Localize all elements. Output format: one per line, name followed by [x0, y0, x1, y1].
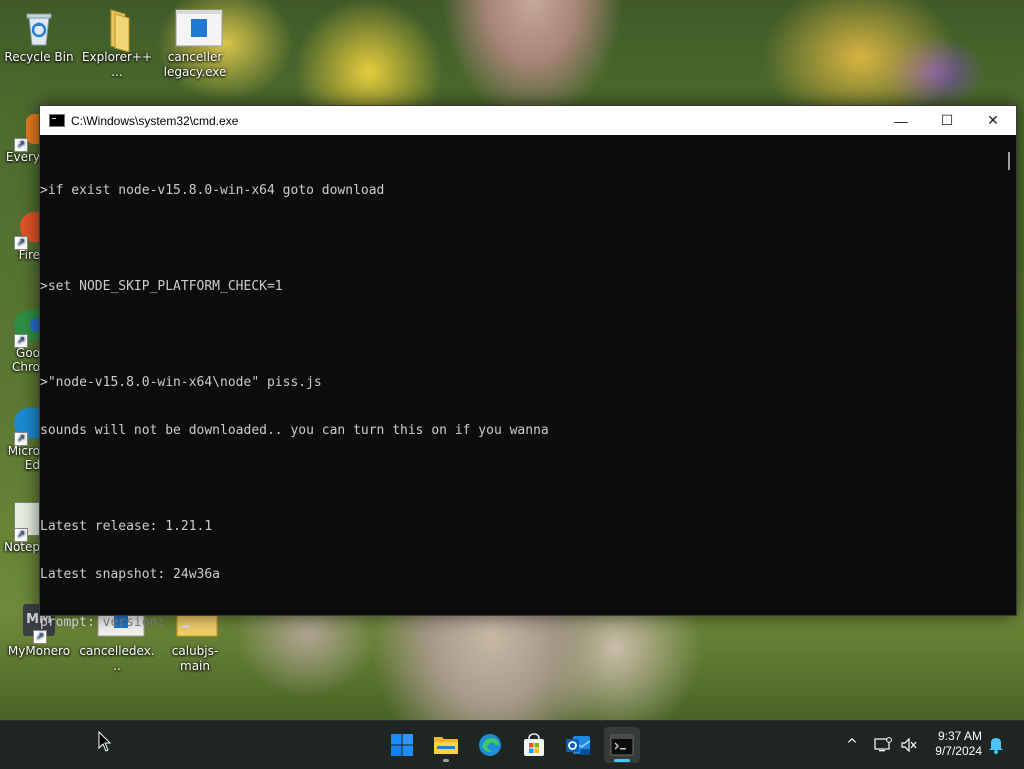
desktop-icon-microsoft-edge[interactable]: ↗ Micro Ed	[0, 404, 40, 472]
desktop-icon-canceller-legacy[interactable]: canceller legacy.exe	[157, 8, 233, 80]
everything-icon: ↗	[0, 110, 40, 152]
taskbar-edge-button[interactable]	[472, 727, 508, 763]
shortcut-arrow-icon: ↗	[14, 528, 28, 542]
console-prompt-line[interactable]: prompt: version:	[40, 615, 1016, 631]
edge-icon	[479, 734, 501, 756]
desktop-icon-recycle-bin[interactable]: Recycle Bin	[1, 8, 77, 65]
desktop-icon-label: Recycle Bin	[4, 50, 74, 64]
active-indicator	[614, 759, 630, 762]
shortcut-arrow-icon: ↗	[14, 334, 28, 348]
console-line: >if exist node-v15.8.0-win-x64 goto down…	[40, 183, 385, 198]
shortcut-arrow-icon: ↗	[14, 432, 28, 446]
taskbar-outlook-button[interactable]	[560, 727, 596, 763]
minimize-button[interactable]: —	[878, 106, 924, 135]
desktop-icon-firefox[interactable]: ↗ Fire	[0, 208, 40, 262]
desktop-icon-label: Micro Ed	[7, 444, 40, 472]
console-line: >"node-v15.8.0-win-x64\node" piss.js	[40, 375, 322, 390]
notepad-icon: ↗	[0, 500, 40, 542]
console-line: Latest snapshot: 24w36a	[40, 567, 221, 582]
terminal-icon	[610, 734, 634, 756]
scrollbar-thumb[interactable]	[1008, 152, 1010, 170]
text-cursor	[182, 625, 191, 628]
taskbar-store-button[interactable]	[516, 727, 552, 763]
shortcut-arrow-icon: ↗	[14, 138, 28, 152]
recycle-bin-icon	[19, 8, 59, 48]
prompt-hint: version:	[102, 615, 166, 630]
exe-icon	[175, 8, 223, 48]
folder-icon	[97, 8, 137, 53]
file-explorer-icon	[434, 737, 458, 754]
desktop-icon-google-chrome[interactable]: ↗ Goo Chro	[0, 306, 40, 374]
taskbar-file-explorer-button[interactable]	[428, 727, 464, 763]
desktop-icon-label: Fire	[18, 248, 40, 262]
taskbar: ^ 9:37 AM 9/7/2024	[0, 720, 1024, 769]
clock-time: 9:37 AM	[937, 729, 982, 743]
firefox-icon: ↗	[0, 208, 40, 250]
desktop-icon-label: Goo Chro	[12, 346, 40, 374]
tray-clock[interactable]: 9:37 AM 9/7/2024	[935, 729, 982, 759]
cmd-titlebar[interactable]: C:\Windows\system32\cmd.exe — ☐ ✕	[40, 106, 1016, 135]
taskbar-terminal-button[interactable]	[604, 727, 640, 763]
desktop-icon-everything[interactable]: ↗ Every	[0, 110, 40, 164]
network-icon[interactable]	[873, 735, 893, 755]
console-line: sounds will not be downloaded.. you can …	[40, 423, 549, 438]
desktop-icon-label: canceller legacy.exe	[163, 50, 227, 79]
cmd-app-icon	[49, 114, 65, 127]
cmd-console-output[interactable]: >if exist node-v15.8.0-win-x64 goto down…	[40, 135, 1016, 630]
console-line: >set NODE_SKIP_PLATFORM_CHECK=1	[40, 279, 283, 294]
mouse-pointer-icon	[98, 730, 112, 757]
desktop-icon-notepad[interactable]: ↗ Notep	[0, 500, 40, 554]
desktop-icon-label: Explorer++ ...	[81, 50, 153, 79]
edge-icon: ↗	[0, 404, 40, 446]
desktop-icon-explorer-plus[interactable]: Explorer++ ...	[79, 8, 155, 80]
clock-date: 9/7/2024	[935, 744, 982, 758]
close-button[interactable]: ✕	[970, 106, 1016, 135]
volume-muted-icon[interactable]	[899, 735, 919, 755]
desktop-icon-label: Every	[5, 150, 40, 164]
maximize-button[interactable]: ☐	[924, 106, 970, 135]
store-icon	[524, 733, 544, 756]
taskbar-start-button[interactable]	[384, 727, 420, 763]
console-line: Latest release: 1.21.1	[40, 519, 213, 534]
notification-bell-icon[interactable]	[986, 735, 1006, 755]
cmd-window-title: C:\Windows\system32\cmd.exe	[71, 113, 239, 128]
desktop-background: Recycle Bin Explorer++ ... canceller leg…	[0, 0, 1024, 720]
outlook-icon	[566, 736, 591, 755]
prompt-label: prompt:	[40, 615, 103, 630]
chrome-icon: ↗	[0, 306, 40, 348]
cmd-window[interactable]: C:\Windows\system32\cmd.exe — ☐ ✕ >if ex…	[39, 105, 1017, 630]
running-indicator	[443, 759, 449, 762]
shortcut-arrow-icon: ↗	[14, 236, 28, 250]
tray-overflow-chevron-icon[interactable]: ^	[842, 735, 862, 755]
desktop-icon-label: Notep	[3, 540, 40, 554]
windows-start-icon	[391, 734, 413, 756]
